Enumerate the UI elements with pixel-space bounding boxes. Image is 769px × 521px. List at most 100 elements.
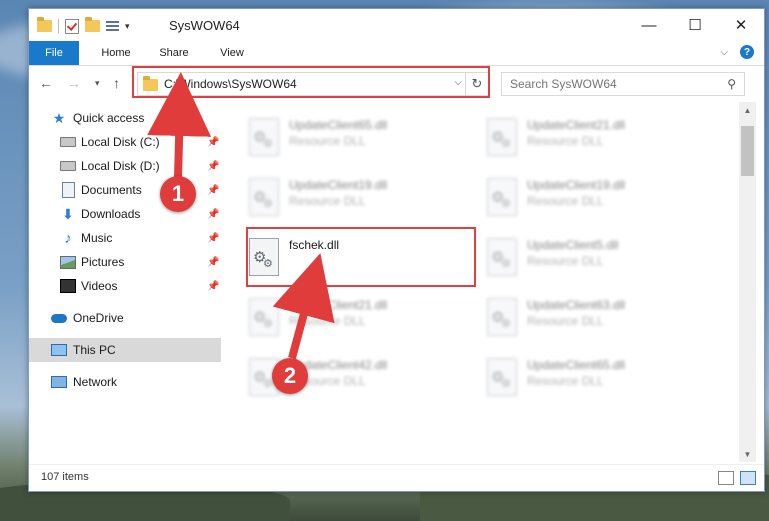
pin-icon[interactable]: 📌 xyxy=(207,137,219,148)
search-input[interactable] xyxy=(502,73,712,95)
file-name: fschek.dll xyxy=(289,238,340,252)
pin-icon[interactable]: 📌 xyxy=(207,185,219,196)
file-item[interactable]: UpdateClient63.dll Resource DLL xyxy=(479,292,699,346)
properties-check-icon[interactable] xyxy=(65,18,79,34)
chevron-down-icon[interactable]: ⌵ xyxy=(454,77,462,88)
toolbar-divider xyxy=(58,19,59,33)
scroll-up-icon[interactable]: ▲ xyxy=(739,102,756,118)
tab-home[interactable]: Home xyxy=(91,41,141,65)
sidebar-item-this-pc[interactable]: This PC xyxy=(29,338,221,362)
chevron-down-icon[interactable]: ▾ xyxy=(125,21,130,32)
dll-file-icon xyxy=(249,298,279,336)
computer-icon xyxy=(51,342,67,358)
file-name: UpdateClient5.dll xyxy=(527,238,619,252)
file-type: Resource DLL xyxy=(527,194,604,208)
file-list: UpdateClient65.dll Resource DLL UpdateCl… xyxy=(241,104,737,464)
file-type: Resource DLL xyxy=(527,314,604,328)
sidebar-item-network[interactable]: Network xyxy=(29,370,221,394)
file-name: UpdateClient21.dll xyxy=(289,298,388,312)
quick-access-toolbar: ▾ xyxy=(37,17,130,35)
file-item[interactable]: UpdateClient19.dll Resource DLL xyxy=(241,172,461,226)
address-path[interactable]: C:\Windows\SysWOW64 xyxy=(164,77,297,91)
pictures-icon xyxy=(60,254,76,270)
pin-icon[interactable]: 📌 xyxy=(207,161,219,172)
dll-file-icon xyxy=(487,238,517,276)
sidebar-item-quick-access[interactable]: ★ Quick access xyxy=(29,106,221,130)
sidebar-item-label: Local Disk (D:) xyxy=(81,159,160,173)
recent-locations-icon[interactable]: ▾ xyxy=(95,78,100,89)
sidebar-item-local-disk-d[interactable]: Local Disk (D:) 📌 xyxy=(29,154,221,178)
dll-file-icon xyxy=(487,298,517,336)
dll-file-icon xyxy=(487,358,517,396)
search-box[interactable]: ⚲ xyxy=(501,72,745,96)
file-name: UpdateClient65.dll xyxy=(527,358,626,372)
documents-icon xyxy=(60,182,76,198)
file-item[interactable]: UpdateClient65.dll Resource DLL xyxy=(241,112,461,166)
sidebar-item-onedrive[interactable]: OneDrive xyxy=(29,306,221,330)
file-item[interactable]: UpdateClient19.dll Resource DLL xyxy=(479,172,699,226)
file-type: Resource DLL xyxy=(289,314,366,328)
file-type: Resource DLL xyxy=(527,374,604,388)
ribbon-right: ⌵ ? xyxy=(720,45,754,59)
drive-icon xyxy=(60,158,76,174)
drive-icon xyxy=(60,134,76,150)
file-item-fschek[interactable]: fschek.dll xyxy=(241,232,461,286)
scroll-down-icon[interactable]: ▼ xyxy=(739,446,756,462)
large-icons-view-icon[interactable] xyxy=(740,471,756,485)
customize-toolbar-icon[interactable] xyxy=(106,20,119,32)
onedrive-cloud-icon xyxy=(51,310,67,326)
file-item[interactable]: UpdateClient65.dll Resource DLL xyxy=(479,352,699,406)
sidebar-item-label: Pictures xyxy=(81,255,125,269)
help-icon[interactable]: ? xyxy=(740,45,754,59)
sidebar-item-music[interactable]: ♪ Music 📌 xyxy=(29,226,221,250)
sidebar-item-label: OneDrive xyxy=(73,311,124,325)
forward-arrow-icon[interactable]: → xyxy=(67,75,81,91)
maximize-button[interactable]: ☐ xyxy=(672,9,718,41)
expand-ribbon-icon[interactable]: ⌵ xyxy=(720,47,728,58)
dll-file-icon xyxy=(487,118,517,156)
sidebar-item-label: Videos xyxy=(81,279,118,293)
file-type: Resource DLL xyxy=(527,254,604,268)
tab-view[interactable]: View xyxy=(207,41,257,65)
file-name: UpdateClient63.dll xyxy=(527,298,626,312)
videos-icon xyxy=(60,278,76,294)
sidebar-item-label: Quick access xyxy=(73,111,145,125)
pin-icon[interactable]: 📌 xyxy=(207,281,219,292)
new-folder-icon[interactable] xyxy=(85,17,100,32)
sidebar-item-videos[interactable]: Videos 📌 xyxy=(29,274,221,298)
pin-icon[interactable]: 📌 xyxy=(207,257,219,268)
search-icon[interactable]: ⚲ xyxy=(727,77,736,91)
sidebar-item-label: This PC xyxy=(73,343,116,357)
explorer-window: ▾ SysWOW64 — ☐ ✕ File Home Share View ⌵ … xyxy=(28,8,765,492)
address-bar[interactable]: C:\Windows\SysWOW64 ⌵ ↻ xyxy=(137,72,489,96)
file-item[interactable]: UpdateClient21.dll Resource DLL xyxy=(241,292,461,346)
file-item[interactable]: UpdateClient5.dll Resource DLL xyxy=(479,232,699,286)
title-bar: ▾ SysWOW64 — ☐ ✕ xyxy=(29,9,764,41)
sidebar-item-local-disk-c[interactable]: Local Disk (C:) 📌 xyxy=(29,130,221,154)
sidebar-item-pictures[interactable]: Pictures 📌 xyxy=(29,250,221,274)
music-icon: ♪ xyxy=(64,229,72,247)
tab-file[interactable]: File xyxy=(29,41,79,65)
dll-file-icon xyxy=(249,238,279,276)
details-view-icon[interactable] xyxy=(718,471,734,485)
up-arrow-icon[interactable]: ↑ xyxy=(113,75,120,91)
file-item[interactable]: UpdateClient21.dll Resource DLL xyxy=(479,112,699,166)
downloads-icon: ⬇ xyxy=(62,205,74,222)
file-name: UpdateClient19.dll xyxy=(289,178,388,192)
folder-icon xyxy=(37,17,52,32)
navigation-bar: ← → ▾ ↑ C:\Windows\SysWOW64 ⌵ ↻ ⚲ xyxy=(29,66,764,100)
sidebar-item-downloads[interactable]: ⬇ Downloads 📌 xyxy=(29,202,221,226)
pin-icon[interactable]: 📌 xyxy=(207,209,219,220)
pin-icon[interactable]: 📌 xyxy=(207,233,219,244)
tab-share[interactable]: Share xyxy=(149,41,199,65)
scrollbar-thumb[interactable] xyxy=(741,126,754,176)
status-bar: 107 items xyxy=(29,464,764,491)
window-title: SysWOW64 xyxy=(169,18,240,33)
star-icon: ★ xyxy=(52,109,66,126)
vertical-scrollbar[interactable]: ▲ ▼ xyxy=(739,102,756,462)
back-arrow-icon[interactable]: ← xyxy=(39,75,53,91)
minimize-button[interactable]: — xyxy=(626,9,672,41)
close-button[interactable]: ✕ xyxy=(718,9,764,41)
refresh-icon[interactable]: ↻ xyxy=(465,73,488,95)
ribbon-tabs: File Home Share View ⌵ ? xyxy=(29,41,764,66)
